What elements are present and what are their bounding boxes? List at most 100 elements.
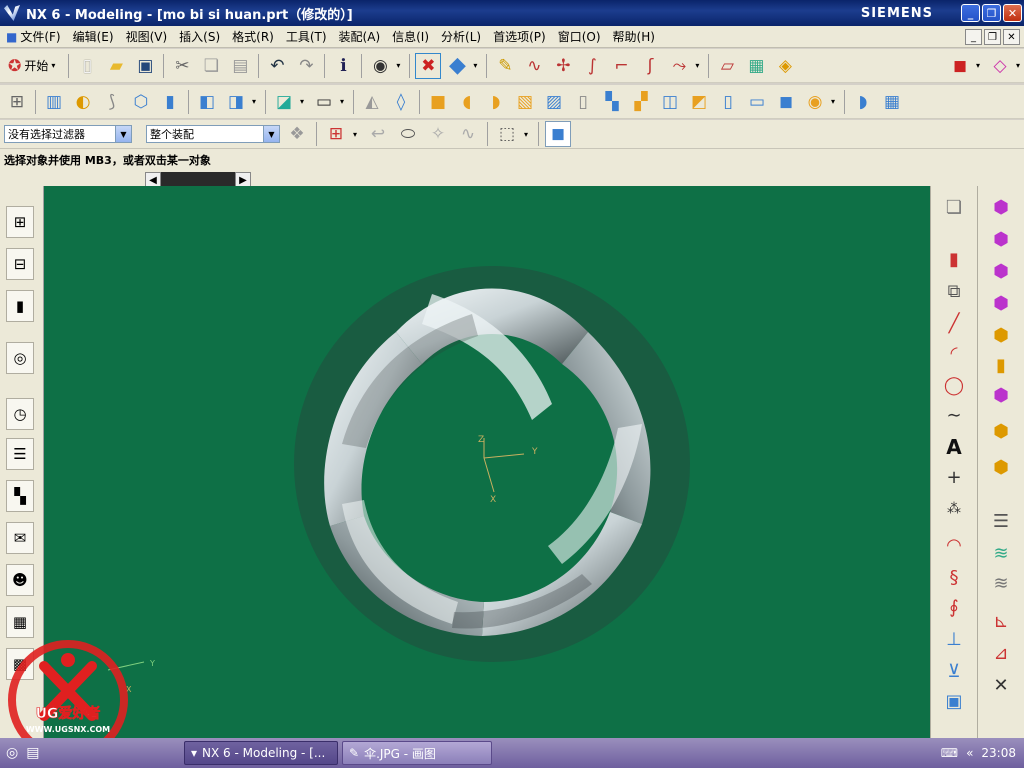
- surface-icon[interactable]: ◗: [850, 89, 876, 115]
- close-button[interactable]: ✕: [1003, 4, 1022, 22]
- reuse-library-icon[interactable]: ☰: [6, 438, 34, 470]
- soft-blend-icon[interactable]: ◗: [483, 89, 509, 115]
- line-icon[interactable]: ╱: [941, 310, 967, 336]
- type-filter-select[interactable]: 没有选择过滤器 ▼: [4, 125, 132, 143]
- menu-tools[interactable]: 工具(T): [280, 28, 333, 45]
- sketch-icon[interactable]: ✎: [492, 53, 518, 79]
- offset-curve-icon[interactable]: ʃ: [637, 53, 663, 79]
- doc-close-button[interactable]: ✕: [1003, 29, 1020, 45]
- thicken-icon[interactable]: ▨: [541, 89, 567, 115]
- helix-icon[interactable]: §: [941, 564, 967, 590]
- constraint-navigator-icon[interactable]: ⊟: [6, 248, 34, 280]
- system-scenes-icon[interactable]: ▦: [6, 606, 34, 638]
- revolve-icon[interactable]: ◐: [70, 89, 96, 115]
- desktop-icon[interactable]: ▤: [26, 745, 39, 761]
- extend-curve-icon[interactable]: ∫: [579, 53, 605, 79]
- inspect-icon[interactable]: ◼: [947, 53, 973, 79]
- plane-icon[interactable]: ▱: [714, 53, 740, 79]
- sketch-plane-icon[interactable]: ▭: [311, 89, 337, 115]
- surface-grid-icon[interactable]: ▦: [743, 53, 769, 79]
- view-orient-icon[interactable]: ◆: [444, 53, 470, 79]
- menu-window[interactable]: 窗口(O): [552, 28, 607, 45]
- layer-move-icon[interactable]: ≋: [988, 540, 1014, 566]
- section-curve-icon[interactable]: ▣: [941, 688, 967, 714]
- assembly-navigator-icon[interactable]: ⊞: [6, 206, 34, 238]
- spline-icon[interactable]: ∼: [941, 402, 967, 428]
- rect-select-icon[interactable]: ⬚: [494, 121, 520, 147]
- task-paint[interactable]: ✎ 伞.JPG - 画图: [342, 741, 492, 765]
- select-feature-icon[interactable]: ✧: [425, 121, 451, 147]
- redo-icon[interactable]: ↷: [293, 53, 319, 79]
- cylinder-icon[interactable]: ▮: [157, 89, 183, 115]
- arc-icon[interactable]: ◜: [941, 340, 967, 366]
- text-icon[interactable]: A: [941, 434, 967, 460]
- analysis-icon[interactable]: ◇: [987, 53, 1013, 79]
- clock-icon[interactable]: ◷: [6, 398, 34, 430]
- menu-edit[interactable]: 编辑(E): [67, 28, 120, 45]
- promote-icon[interactable]: ◼: [773, 89, 799, 115]
- title-bar[interactable]: NX 6 - Modeling - [mo bi si huan.prt（修改的…: [0, 0, 1024, 26]
- layer-settings-icon[interactable]: ☰: [988, 508, 1014, 534]
- palette-icon[interactable]: ▚: [6, 480, 34, 512]
- subtract-icon[interactable]: ◨: [223, 89, 249, 115]
- roles-icon[interactable]: ☻: [6, 564, 34, 596]
- ribbon-icon[interactable]: ◈: [772, 53, 798, 79]
- extrude-icon[interactable]: ▥: [41, 89, 67, 115]
- select-body-icon[interactable]: ⬭: [395, 121, 421, 147]
- keyboard-icon[interactable]: ⌨: [941, 746, 958, 760]
- feature-copy-icon[interactable]: ⬢: [988, 258, 1014, 284]
- new-icon[interactable]: ▯: [74, 53, 100, 79]
- edge-blend-icon[interactable]: ■: [425, 89, 451, 115]
- menu-format[interactable]: 格式(R): [226, 28, 280, 45]
- open-icon[interactable]: ▰: [103, 53, 129, 79]
- fillet-curve-icon[interactable]: ⌐: [608, 53, 634, 79]
- select-curve-icon[interactable]: ∿: [455, 121, 481, 147]
- trim-curve-icon[interactable]: ✢: [550, 53, 576, 79]
- blend-icon[interactable]: ◭: [359, 89, 385, 115]
- face-blend-icon[interactable]: ◖: [454, 89, 480, 115]
- info-icon[interactable]: ℹ: [330, 53, 356, 79]
- tube-icon[interactable]: ⬡: [128, 89, 154, 115]
- task-nx-modeling[interactable]: ▾ NX 6 - Modeling - [...: [184, 741, 338, 765]
- mirror-icon[interactable]: ▚: [599, 89, 625, 115]
- pattern-icon[interactable]: ▯: [570, 89, 596, 115]
- layer-copy-icon[interactable]: ≋: [988, 570, 1014, 596]
- selection-options-icon[interactable]: ❖: [284, 121, 310, 147]
- menu-insert[interactable]: 插入(S): [173, 28, 226, 45]
- split-body-icon[interactable]: ▯: [715, 89, 741, 115]
- show-hide-icon[interactable]: ◼: [545, 121, 571, 147]
- ie-icon[interactable]: ◎: [6, 745, 18, 761]
- cut-icon[interactable]: ✂: [169, 53, 195, 79]
- bridge-curve-icon[interactable]: ◠: [941, 532, 967, 558]
- render-icon[interactable]: ◉: [367, 53, 393, 79]
- trim-body-icon[interactable]: ◩: [686, 89, 712, 115]
- shell-icon[interactable]: ▧: [512, 89, 538, 115]
- snap-point-icon[interactable]: ⊞: [323, 121, 349, 147]
- process-studio-icon[interactable]: ✉: [6, 522, 34, 554]
- part-navigator-icon[interactable]: ▮: [6, 290, 34, 322]
- curve-icon[interactable]: ∿: [521, 53, 547, 79]
- menu-analysis[interactable]: 分析(L): [435, 28, 487, 45]
- offset-face-icon[interactable]: ◫: [657, 89, 683, 115]
- wcs-rotate-icon[interactable]: ⊿: [988, 640, 1014, 666]
- menu-preferences[interactable]: 首选项(P): [487, 28, 552, 45]
- start-button[interactable]: ✪ 开始 ▾: [4, 53, 63, 79]
- save-icon[interactable]: ▣: [132, 53, 158, 79]
- history-icon[interactable]: ◎: [6, 342, 34, 374]
- fit-icon[interactable]: ✖: [415, 52, 442, 79]
- point-plus-icon[interactable]: +: [941, 464, 967, 490]
- copy-icon[interactable]: ❏: [198, 53, 224, 79]
- wrap-icon[interactable]: ◉: [802, 89, 828, 115]
- datum-icon[interactable]: ◪: [271, 89, 297, 115]
- wcs-origin-icon[interactable]: ⊾: [988, 608, 1014, 634]
- minimize-button[interactable]: _: [961, 4, 980, 22]
- intersect-curve-icon[interactable]: ⊻: [941, 658, 967, 684]
- chamfer-icon[interactable]: ◊: [388, 89, 414, 115]
- tray-expand-icon[interactable]: «: [966, 746, 973, 760]
- feature-reorder-icon[interactable]: ⬢: [988, 454, 1014, 480]
- menu-help[interactable]: 帮助(H): [607, 28, 661, 45]
- restore-button[interactable]: ❐: [982, 4, 1001, 22]
- paste-icon[interactable]: ▤: [227, 53, 253, 79]
- project-curve-icon[interactable]: ⊥: [941, 626, 967, 652]
- unite-icon[interactable]: ◧: [194, 89, 220, 115]
